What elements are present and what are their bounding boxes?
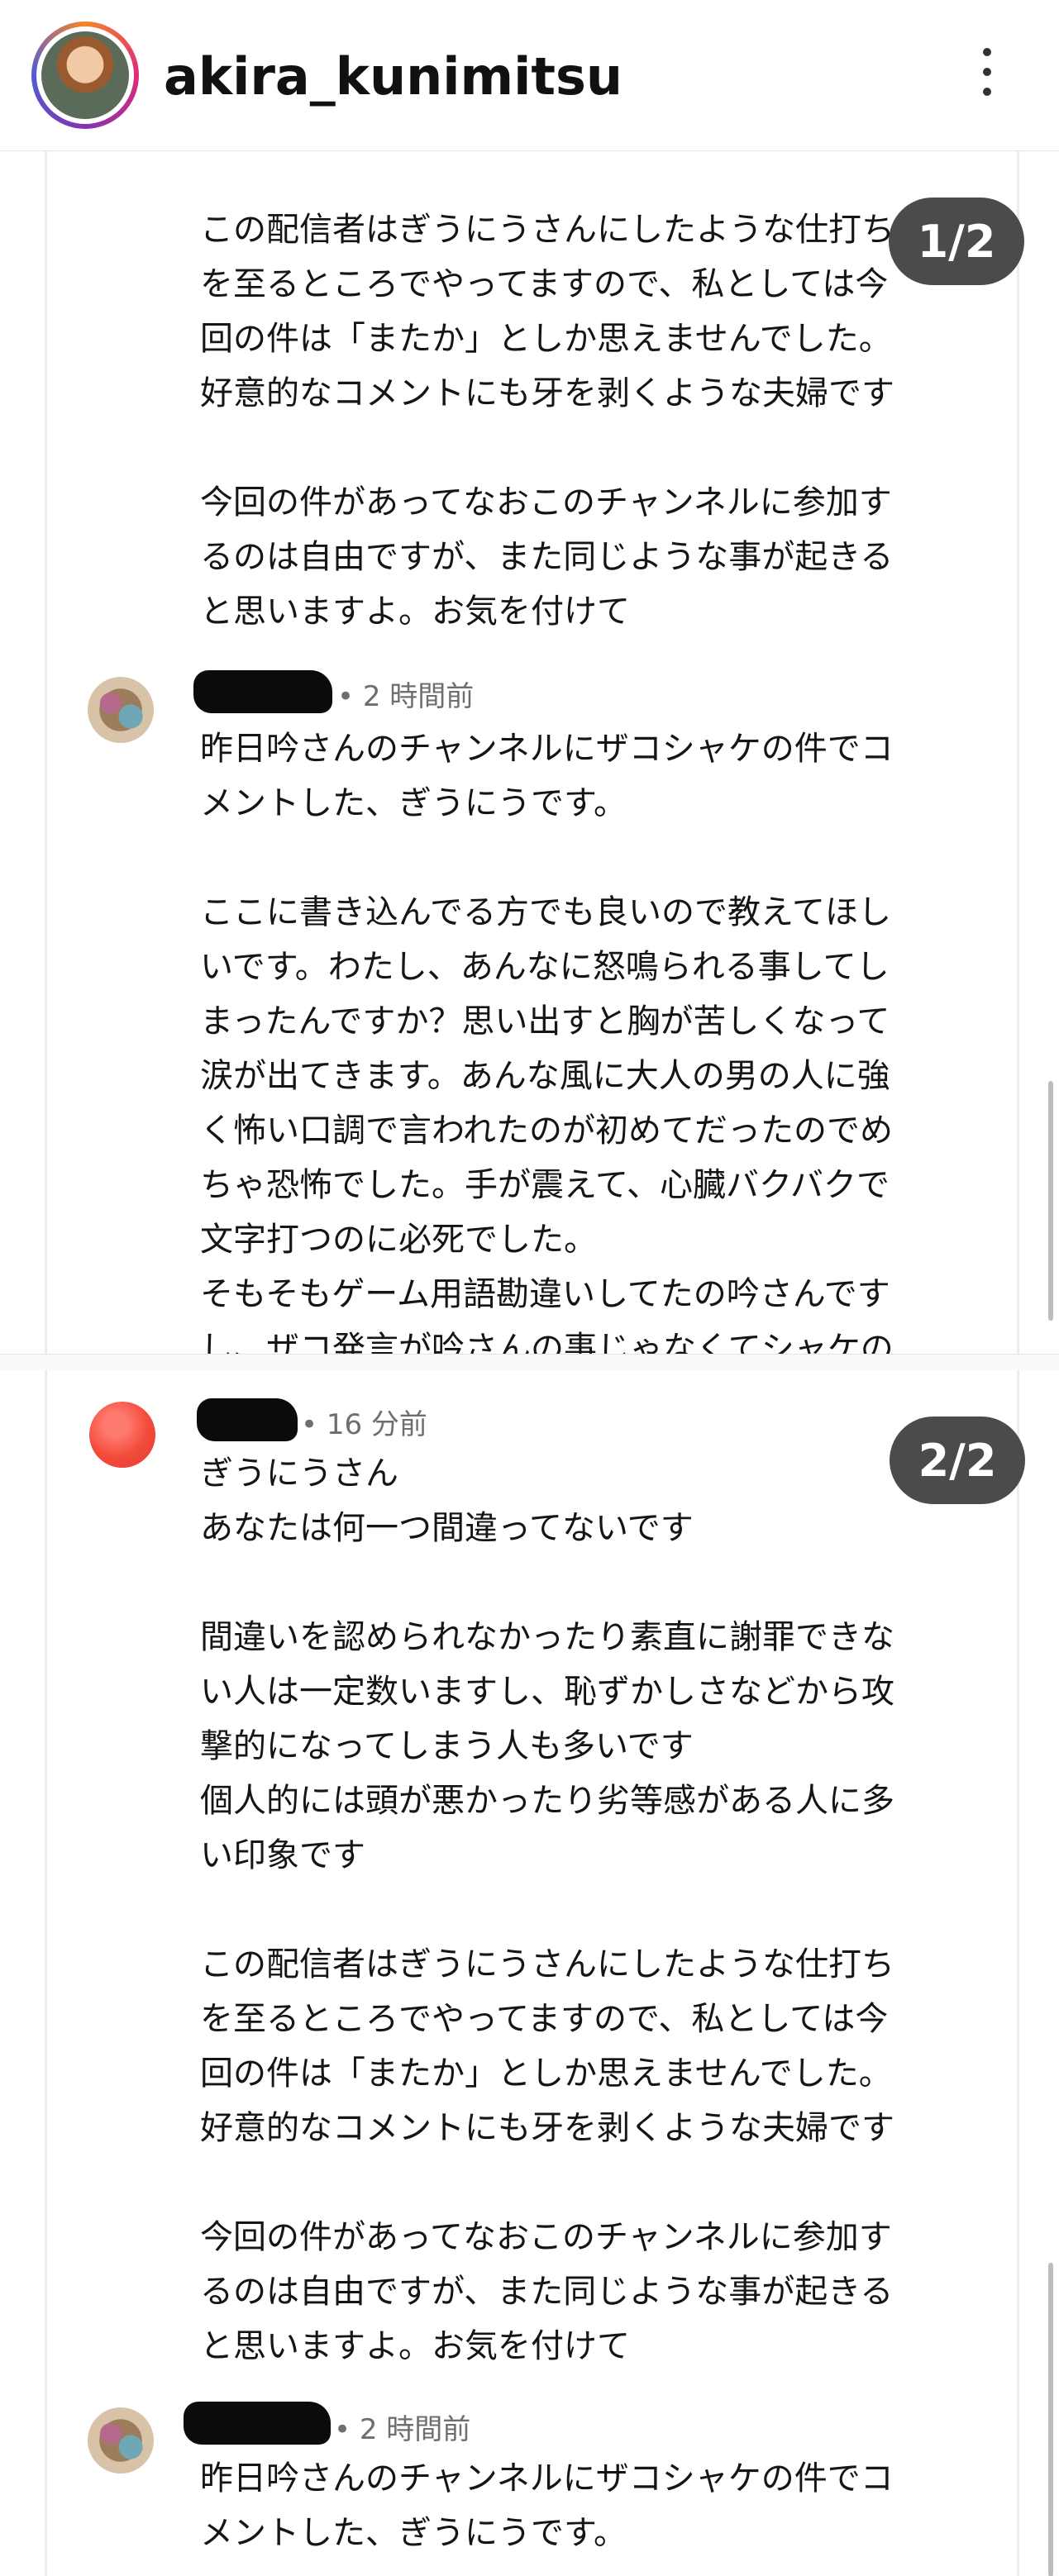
commenter-avatar[interactable] [88,677,154,743]
scrollbar[interactable] [1048,2263,1053,2576]
comment-paragraph: この配信者はぎうにうさんにしたような仕打ち を至るところでやってますので、私とし… [200,1945,894,2147]
comment-body: この配信者はぎうにうさんにしたような仕打ち を至るところでやってますので、私とし… [200,202,977,639]
carousel-image-2: 2/2 • 16 分前 ぎうにうさん あなたは何一つ間違ってないです 間違いを認… [0,1370,1059,2576]
comment-paragraph: この配信者はぎうにうさんにしたような仕打ち を至るところでやってますので、私とし… [200,211,894,412]
scrollbar[interactable] [1048,1081,1053,1321]
comment-paragraph: 今回の件があってなおこのチャンネルに参加す るのは自由ですが、また同じような事が… [200,2218,894,2365]
commenter-avatar[interactable] [89,1402,155,1468]
commenter-avatar[interactable] [88,2407,154,2474]
comment-paragraph: 昨日吟さんのチャンネルにザコシャケの件でコ メントした、ぎうにうです。 [200,730,894,822]
username[interactable]: akira_kunimitsu [164,46,623,107]
comment-timestamp: • 2 時間前 [334,2413,471,2446]
comment-paragraph: ここに書き込んでる方でも良いので教えてほし いです。わたし、あんなに怒鳴られる事… [200,893,894,1354]
carousel-image-1: 1/2 この配信者はぎうにうさんにしたような仕打ち を至るところでやってますので… [0,151,1059,1354]
comment-paragraph: 昨日吟さんのチャンネルにザコシャケの件でコ メントした、ぎうにうです。 [200,2459,894,2552]
comment-timestamp: • 16 分前 [301,1408,427,1441]
comment-body: 昨日吟さんのチャンネルにザコシャケの件でコ メントした、ぎうにうです。 [200,2451,977,2560]
comment-body: 昨日吟さんのチャンネルにザコシャケの件でコ メントした、ぎうにうです。 ここに書… [200,721,977,1354]
redacted-username [184,2402,331,2445]
avatar-photo [41,31,129,119]
comment-body: ぎうにうさん あなたは何一つ間違ってないです 間違いを認められなかったり素直に謝… [200,1446,977,2374]
redacted-username [197,1398,298,1441]
more-options-icon[interactable] [976,48,999,104]
image-divider [0,1354,1059,1372]
comment-paragraph: 間違いを認められなかったり素直に謝罪できな い人は一定数いますし、恥ずかしさなど… [200,1618,894,1874]
profile-avatar[interactable] [31,21,139,129]
profile-header: akira_kunimitsu [0,0,1059,151]
comment-timestamp: • 2 時間前 [337,680,475,713]
comment-paragraph: ぎうにうさん あなたは何一つ間違ってないです [200,1455,694,1547]
redacted-username [193,670,332,713]
comment-paragraph: 今回の件があってなおこのチャンネルに参加す るのは自由ですが、また同じような事が… [200,483,894,631]
